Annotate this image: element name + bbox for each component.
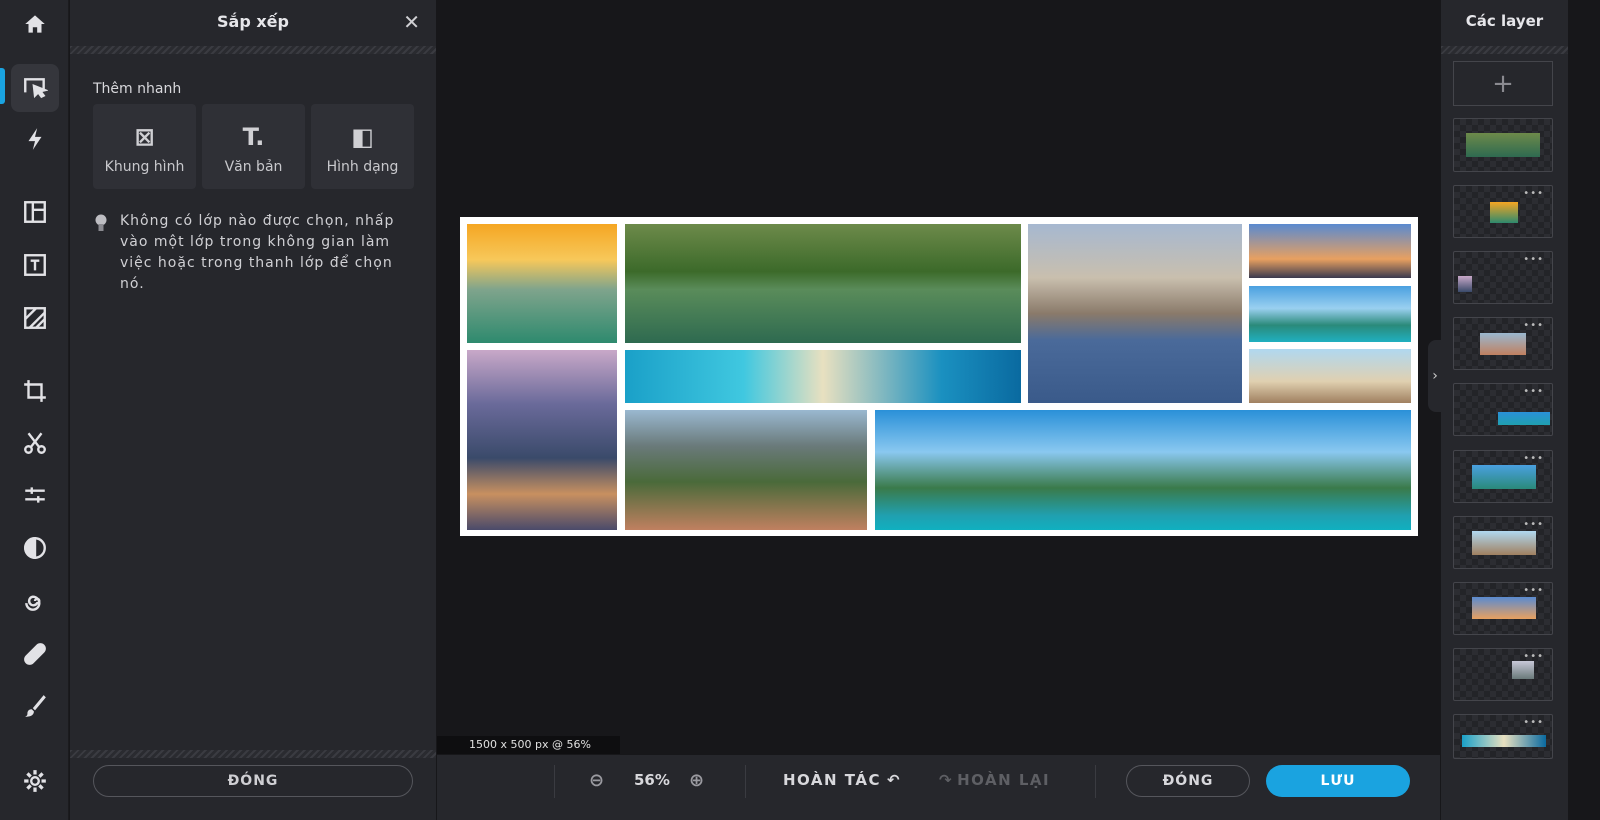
collapse-layers-chevron-icon[interactable]: ›: [1428, 340, 1442, 412]
layer-item[interactable]: •••: [1453, 383, 1553, 436]
arrange-panel: Sắp xếp ✕ Thêm nhanh ⊠ Khung hình T. Văn b…: [70, 0, 436, 820]
more-icon[interactable]: •••: [1523, 453, 1544, 464]
photo-opera-house[interactable]: [1249, 224, 1411, 278]
close-icon[interactable]: ✕: [403, 10, 420, 34]
layer-item[interactable]: •••: [1453, 714, 1553, 759]
photo-halong-adventure[interactable]: [875, 410, 1411, 530]
more-icon[interactable]: •••: [1523, 320, 1544, 331]
layout-icon: [24, 201, 46, 223]
layers-title: Các layer: [1465, 12, 1544, 30]
add-text-label: Văn bản: [224, 159, 283, 175]
add-layer-button[interactable]: +: [1453, 61, 1553, 106]
scissors-icon: [24, 432, 46, 454]
lightbulb-icon: [95, 214, 107, 231]
more-icon[interactable]: •••: [1523, 386, 1544, 397]
layer-item[interactable]: •••: [1453, 648, 1553, 701]
layer-item[interactable]: •••: [1453, 317, 1553, 370]
text-icon: T.: [242, 123, 265, 151]
home-icon: [25, 15, 45, 33]
redo-icon: ↷: [939, 771, 954, 789]
undo-icon: ↶: [886, 771, 902, 789]
arrange-tool[interactable]: [11, 64, 59, 112]
filter-tool[interactable]: [11, 524, 59, 572]
layer-item[interactable]: [1453, 118, 1553, 172]
layer-item[interactable]: •••: [1453, 450, 1553, 503]
zoom-in-icon[interactable]: ⊕: [689, 755, 706, 805]
crop-tool[interactable]: [11, 367, 59, 415]
zoom-level: 56%: [634, 771, 670, 789]
bottom-bar: ⊖ 56% ⊕ HOÀN TÁC ↶ ↷ HOÀN LẠI ĐÓNG LƯU: [437, 755, 1440, 820]
layer-item[interactable]: •••: [1453, 582, 1553, 635]
crop-icon: [24, 380, 46, 402]
left-toolbar: [0, 0, 69, 820]
quick-effects-tool[interactable]: [11, 115, 59, 163]
photo-world-landmarks[interactable]: [1249, 349, 1411, 403]
lightning-icon: [28, 128, 42, 150]
settings-button[interactable]: [11, 757, 59, 805]
undo-label: HOÀN TÁC: [783, 771, 881, 789]
layer-item[interactable]: •••: [1453, 516, 1553, 569]
layout-tool[interactable]: [11, 188, 59, 236]
redo-button[interactable]: ↷ HOÀN LẠI: [939, 755, 1050, 805]
gear-icon: [24, 770, 46, 792]
bandage-icon: [24, 643, 46, 665]
save-button[interactable]: LƯU: [1266, 765, 1410, 797]
brush-tool[interactable]: [11, 682, 59, 730]
photo-city-aerial[interactable]: [625, 410, 867, 530]
layer-item[interactable]: •••: [1453, 251, 1553, 304]
collage-canvas[interactable]: [460, 217, 1418, 536]
window-edge: [1568, 0, 1600, 820]
retouch-tool[interactable]: [11, 630, 59, 678]
spiral-icon: [25, 595, 41, 611]
no-layer-hint: Không có lớp nào được chọn, nhấp vào một…: [120, 213, 395, 292]
panel-close-button[interactable]: ĐÓNG: [93, 765, 413, 797]
photo-saigon-night[interactable]: [467, 350, 617, 530]
add-text-button[interactable]: T. Văn bản: [202, 104, 305, 189]
adjust-tool[interactable]: [11, 471, 59, 519]
active-indicator: [0, 68, 5, 104]
redo-label: HOÀN LẠI: [957, 771, 1051, 789]
add-frame-label: Khung hình: [104, 159, 185, 175]
zoom-out-icon[interactable]: ⊖: [589, 755, 606, 805]
add-shape-label: Hình dạng: [326, 159, 399, 175]
frame-icon: ⊠: [134, 123, 155, 151]
more-icon[interactable]: •••: [1523, 585, 1544, 596]
more-icon[interactable]: •••: [1523, 188, 1544, 199]
canvas-size-info: 1500 x 500 px @ 56%: [437, 736, 620, 754]
workspace[interactable]: 1500 x 500 px @ 56%: [437, 0, 1440, 755]
texture-tool[interactable]: [11, 294, 59, 342]
cutout-tool[interactable]: [11, 419, 59, 467]
home-button[interactable]: [11, 0, 59, 48]
text-tool[interactable]: [11, 241, 59, 289]
add-frame-button[interactable]: ⊠ Khung hình: [93, 104, 196, 189]
add-shape-button[interactable]: ◧ Hình dạng: [311, 104, 414, 189]
more-icon[interactable]: •••: [1523, 254, 1544, 265]
close-button[interactable]: ĐÓNG: [1126, 765, 1250, 797]
photo-temple-boat[interactable]: [625, 224, 1021, 343]
divider: [70, 750, 436, 758]
select-cursor-icon: [24, 78, 48, 99]
photo-halong-sunset[interactable]: [467, 224, 617, 343]
sliders-icon: [25, 487, 45, 503]
contrast-icon: [24, 537, 46, 559]
divider: [70, 46, 436, 54]
brush-icon: [25, 695, 46, 717]
photo-maldives[interactable]: [625, 350, 1021, 403]
layer-item[interactable]: •••: [1453, 185, 1553, 238]
undo-button[interactable]: HOÀN TÁC ↶: [783, 755, 901, 805]
quick-add-label: Thêm nhanh: [93, 81, 182, 97]
divider: [1441, 46, 1568, 54]
photo-beach-travelers[interactable]: [1249, 286, 1411, 342]
shape-icon: ◧: [351, 123, 374, 151]
text-box-icon: [24, 254, 46, 276]
more-icon[interactable]: •••: [1523, 717, 1544, 728]
panel-title: Sắp xếp: [217, 12, 289, 31]
texture-icon: [24, 307, 46, 329]
effect-tool[interactable]: [11, 577, 59, 625]
more-icon[interactable]: •••: [1523, 519, 1544, 530]
photo-sydney-harbour[interactable]: [1028, 224, 1242, 403]
layers-panel: Các layer + ••• ••• ••• ••• ••• ••• ••• …: [1441, 0, 1568, 820]
